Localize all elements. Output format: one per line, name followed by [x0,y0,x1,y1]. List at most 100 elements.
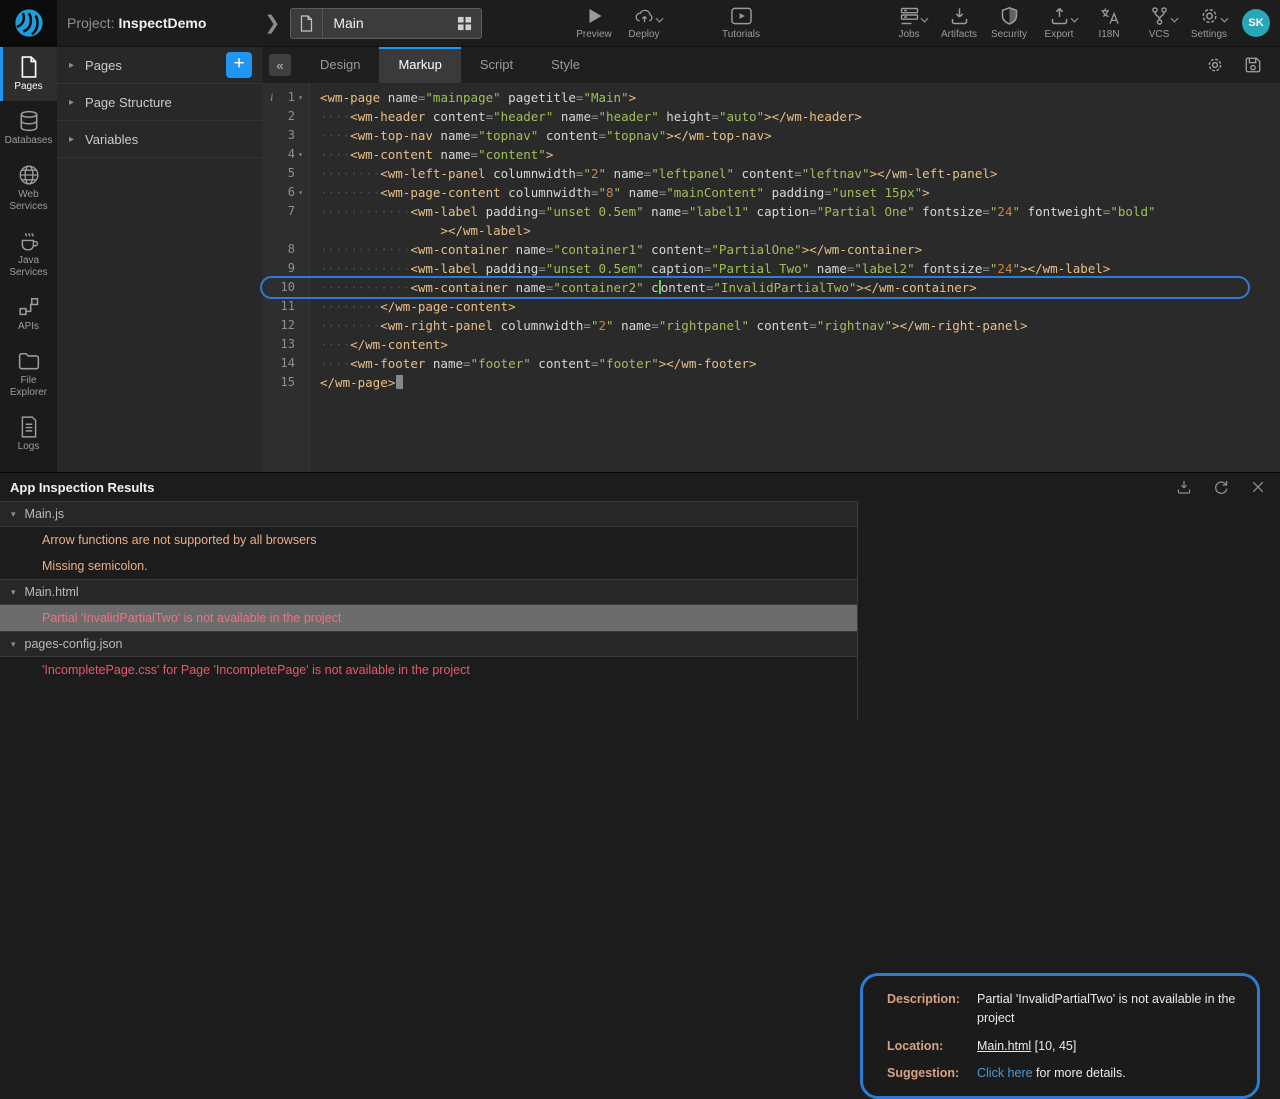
line-number-gutter[interactable]: 11 [262,297,310,316]
line-number-gutter[interactable]: i1▾ [262,88,310,107]
inspection-issue[interactable]: 'IncompletePage.css' for Page 'Incomplet… [0,657,857,683]
sidebar-item-apis[interactable]: APIs [0,287,57,341]
line-number: 15 [281,373,295,392]
markup-settings-icon[interactable] [1206,56,1224,74]
code-text: ········<wm-right-panel columnwidth="2" … [310,316,1028,335]
line-number-gutter[interactable]: 8 [262,240,310,259]
save-icon[interactable] [1244,56,1262,74]
code-line[interactable]: i1▾<wm-page name="mainpage" pagetitle="M… [262,88,1248,107]
expand-arrow-icon[interactable]: ▸ [69,134,74,145]
line-number-gutter[interactable]: 4▾ [262,145,310,164]
wavemaker-logo[interactable] [0,0,57,47]
deploy-button[interactable]: Deploy [624,6,664,40]
code-line[interactable]: 4▾····<wm-content name="content"> [262,145,1248,164]
code-line[interactable]: 9············<wm-label padding="unset 0.… [262,259,1248,278]
tutorials-button[interactable]: Tutorials [721,6,761,40]
panel-section-page-structure[interactable]: ▸Page Structure [57,84,262,121]
line-number-gutter[interactable]: 13 [262,335,310,354]
export-button[interactable]: Export [1039,6,1079,40]
line-number-gutter[interactable]: 2 [262,107,310,126]
line-number-gutter[interactable]: 12 [262,316,310,335]
sidebar-item-java-services[interactable]: Java Services [0,221,57,287]
sidebar-item-file-explorer[interactable]: File Explorer [0,341,57,407]
avatar[interactable]: SK [1242,9,1270,37]
expand-arrow-icon[interactable]: ▸ [69,97,74,108]
sidebar-item-databases[interactable]: Databases [0,101,57,155]
close-icon[interactable] [1250,479,1266,495]
inspection-group-pages-config-json[interactable]: ▾pages-config.json [0,631,857,657]
sidebar-item-logs[interactable]: Logs [0,407,57,461]
code-line[interactable]: 5········<wm-left-panel columnwidth="2" … [262,164,1248,183]
collapse-arrow-icon[interactable]: ▾ [11,587,16,598]
tab-style[interactable]: Style [532,47,599,83]
line-number: 13 [281,335,295,354]
panel-section-variables[interactable]: ▸Variables [57,121,262,158]
line-number-gutter[interactable]: 6▾ [262,183,310,202]
inspection-issue[interactable]: Partial 'InvalidPartialTwo' is not avail… [0,605,857,631]
code-line[interactable]: 12········<wm-right-panel columnwidth="2… [262,316,1248,335]
line-number: 8 [288,240,295,259]
line-number-gutter[interactable]: 9 [262,259,310,278]
fold-arrow-icon[interactable]: ▾ [295,145,306,164]
preview-button[interactable]: Preview [574,6,614,40]
expand-arrow-icon[interactable]: ▸ [69,60,74,71]
code-text: ············<wm-label padding="unset 0.5… [310,259,1110,278]
tab-markup[interactable]: Markup [379,47,460,83]
code-line[interactable]: 3····<wm-top-nav name="topnav" content="… [262,126,1248,145]
settings-button[interactable]: Settings [1189,6,1229,40]
refresh-icon[interactable] [1213,479,1229,495]
line-number-gutter[interactable]: 15 [262,373,310,392]
jobs-button[interactable]: Jobs [889,6,929,40]
inspection-group-main-js[interactable]: ▾Main.js [0,501,857,527]
panel-section-pages[interactable]: ▸ Pages + [57,47,262,84]
vcs-button[interactable]: VCS [1139,6,1179,40]
page-selector[interactable]: Main [290,8,482,39]
inspection-issue[interactable]: Arrow functions are not supported by all… [0,527,857,553]
security-button[interactable]: Security [989,6,1029,40]
code-line[interactable]: ></wm-label> [262,221,1248,240]
action-label: Preview [576,29,612,40]
i18n-button[interactable]: I18N [1089,6,1129,40]
code-line[interactable]: 13····</wm-content> [262,335,1248,354]
sidebar-item-web-services[interactable]: Web Services [0,155,57,221]
code-line[interactable]: 6▾········<wm-page-content columnwidth="… [262,183,1248,202]
action-label: Export [1045,29,1074,40]
code-line[interactable]: 11········</wm-page-content> [262,297,1248,316]
inspection-group-main-html[interactable]: ▾Main.html [0,579,857,605]
download-icon[interactable] [1176,479,1192,495]
line-number-gutter[interactable]: 10 [262,278,310,297]
fold-arrow-icon[interactable]: ▾ [295,88,306,107]
inspection-issue[interactable]: Missing semicolon. [0,553,857,579]
api-icon [18,296,40,318]
code-line[interactable]: 7············<wm-label padding="unset 0.… [262,202,1248,221]
line-number-gutter[interactable]: 5 [262,164,310,183]
collapse-panel-button[interactable]: « [269,54,291,76]
editor-tabs: DesignMarkupScriptStyle [301,47,599,83]
tab-design[interactable]: Design [301,47,379,83]
page-grid-icon[interactable] [447,16,481,31]
add-page-button[interactable]: + [226,52,252,78]
line-number-gutter[interactable]: 3 [262,126,310,145]
action-label: Deploy [628,29,659,40]
fold-arrow-icon[interactable]: ▾ [295,183,306,202]
code-line[interactable]: 2····<wm-header content="header" name="h… [262,107,1248,126]
code-line[interactable]: 8············<wm-container name="contain… [262,240,1248,259]
details-link[interactable]: Click here [977,1066,1033,1080]
artifacts-button[interactable]: Artifacts [939,6,979,40]
line-number: 11 [281,297,295,316]
code-area[interactable]: i1▾<wm-page name="mainpage" pagetitle="M… [262,83,1280,472]
sidebar-item-pages[interactable]: Pages [0,47,57,101]
line-number-gutter[interactable] [262,221,310,240]
issue-detail-popup: Description:Partial 'InvalidPartialTwo' … [860,973,1260,1099]
line-number: 1 [288,88,295,107]
tab-script[interactable]: Script [461,47,532,83]
code-line[interactable]: 14····<wm-footer name="footer" content="… [262,354,1248,373]
line-number-gutter[interactable]: 14 [262,354,310,373]
file-link[interactable]: Main.html [977,1039,1031,1053]
line-number-gutter[interactable]: 7 [262,202,310,221]
collapse-arrow-icon[interactable]: ▾ [11,509,16,520]
code-line[interactable]: 15</wm-page> [262,373,1248,392]
collapse-arrow-icon[interactable]: ▾ [11,639,16,650]
panel-section-label: Pages [85,58,122,73]
code-line-highlighted[interactable]: 10············<wm-container name="contai… [262,278,1248,297]
